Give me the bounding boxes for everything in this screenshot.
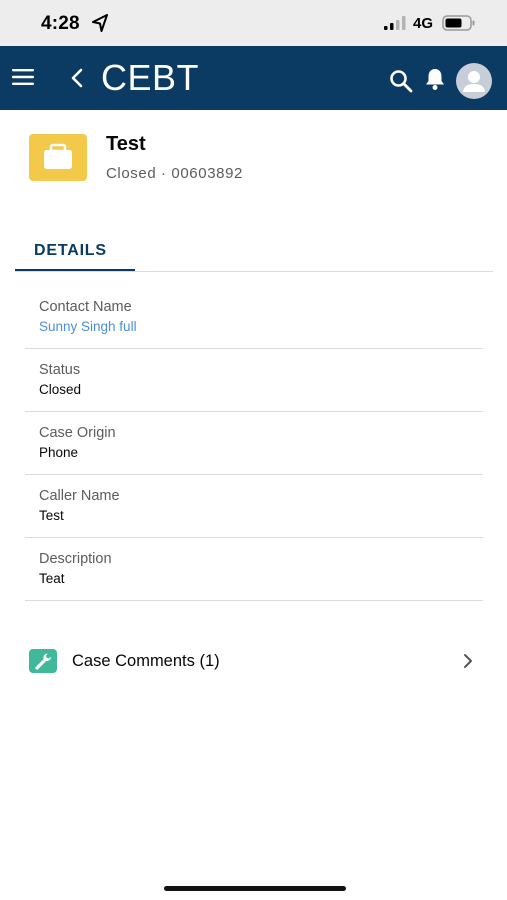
back-chevron-icon[interactable] bbox=[70, 68, 84, 88]
record-title: Test bbox=[106, 133, 146, 155]
field-label: Contact Name bbox=[39, 299, 132, 315]
status-bar: 4:28 4G bbox=[0, 0, 507, 46]
record-subtitle: Closed · 00603892 bbox=[106, 165, 243, 182]
tab-details-label: DETAILS bbox=[34, 242, 107, 259]
field-caller-name: Caller Name Test bbox=[25, 475, 483, 538]
status-time: 4:28 bbox=[41, 13, 80, 34]
field-contact-name: Contact Name Sunny Singh full bbox=[25, 286, 483, 349]
cellular-signal-icon bbox=[384, 16, 406, 30]
chevron-right-icon bbox=[464, 654, 472, 668]
detail-fields: Contact Name Sunny Singh full Status Clo… bbox=[25, 286, 483, 601]
bell-icon[interactable] bbox=[424, 67, 446, 91]
field-value: Test bbox=[39, 508, 64, 523]
field-label: Status bbox=[39, 362, 81, 378]
field-status: Status Closed bbox=[25, 349, 483, 412]
network-type: 4G bbox=[413, 15, 434, 32]
user-avatar-icon[interactable] bbox=[456, 63, 492, 99]
field-case-origin: Case Origin Phone bbox=[25, 412, 483, 475]
nav-bar: CEBT bbox=[0, 46, 507, 110]
field-label: Case Origin bbox=[39, 425, 116, 441]
case-comments-label: Case Comments (1) bbox=[72, 652, 220, 670]
person-icon bbox=[463, 71, 485, 92]
app-title: CEBT bbox=[101, 57, 200, 98]
case-comments-link[interactable]: Case Comments (1) bbox=[25, 640, 483, 684]
search-icon[interactable] bbox=[389, 69, 413, 93]
wrench-icon bbox=[29, 649, 57, 673]
tabs-divider bbox=[15, 271, 493, 272]
field-label: Description bbox=[39, 551, 112, 567]
tab-details[interactable]: DETAILS bbox=[15, 232, 135, 272]
field-value: Teat bbox=[39, 571, 65, 586]
battery-icon bbox=[442, 15, 475, 31]
field-value: Phone bbox=[39, 445, 79, 460]
contact-name-link[interactable]: Sunny Singh full bbox=[39, 319, 137, 334]
field-description: Description Teat bbox=[25, 538, 483, 601]
briefcase-icon bbox=[29, 134, 87, 181]
field-value: Closed bbox=[39, 382, 82, 397]
field-label: Caller Name bbox=[39, 488, 120, 504]
home-indicator[interactable] bbox=[164, 886, 346, 891]
location-arrow-icon bbox=[92, 14, 108, 32]
hamburger-menu-icon[interactable] bbox=[12, 68, 34, 86]
